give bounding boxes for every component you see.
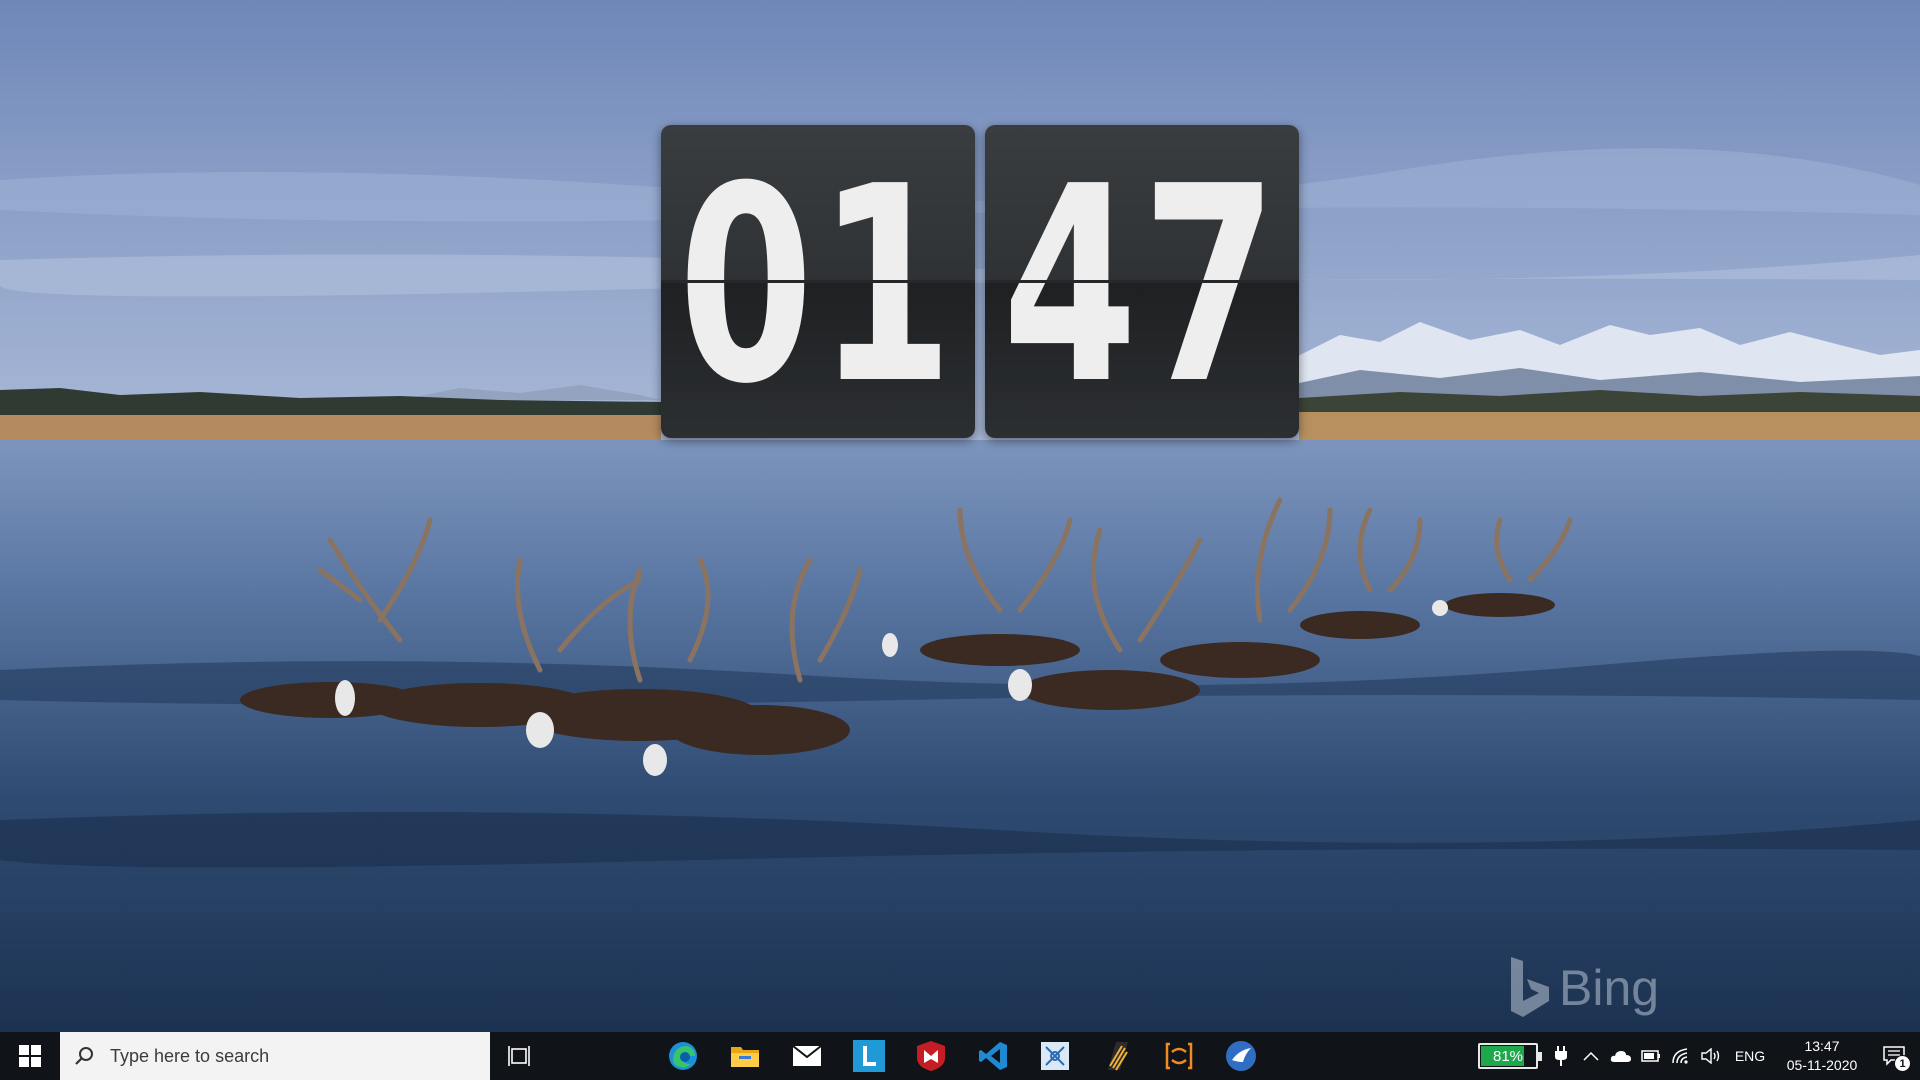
folder-icon[interactable] xyxy=(714,1032,776,1080)
bracket-app-icon[interactable] xyxy=(1148,1032,1210,1080)
windows-logo-icon xyxy=(19,1045,41,1067)
taskbar-clock[interactable]: 13:47 05-11-2020 xyxy=(1776,1037,1868,1075)
desktop[interactable]: 01 47 Bing xyxy=(0,0,1920,1032)
taskbar-date: 05-11-2020 xyxy=(1786,1057,1858,1073)
battery-indicator[interactable]: 81% xyxy=(1478,1043,1542,1069)
search-placeholder: Type here to search xyxy=(110,1045,270,1066)
flip-clock-minutes-value: 47 xyxy=(1002,127,1282,443)
mcafee-icon[interactable] xyxy=(900,1032,962,1080)
snip-logo xyxy=(1041,1042,1069,1070)
flip-clock-hours: 01 xyxy=(661,125,975,438)
taskbar: Type here to search 81% ENG 13:47 05-11-… xyxy=(0,1032,1920,1080)
plug-glyph xyxy=(1555,1046,1567,1066)
striped-app-logo xyxy=(1108,1042,1128,1071)
language-indicator[interactable]: ENG xyxy=(1730,1048,1770,1064)
bing-watermark: Bing xyxy=(1503,955,1659,1021)
l-app-logo xyxy=(853,1040,885,1072)
edge-icon[interactable] xyxy=(652,1032,714,1080)
battery-glyph xyxy=(1641,1050,1660,1062)
plug-icon[interactable] xyxy=(1546,1032,1576,1080)
battery-nub xyxy=(1538,1052,1542,1061)
volume-icon[interactable] xyxy=(1696,1032,1726,1080)
flip-card-split xyxy=(661,280,975,283)
notification-badge: 1 xyxy=(1894,1055,1911,1072)
battery-percent: 81% xyxy=(1492,1047,1524,1065)
bracket-app-logo xyxy=(1165,1042,1193,1070)
taskbar-time: 13:47 xyxy=(1804,1038,1840,1054)
speaker-glyph xyxy=(1701,1048,1720,1064)
vscode-icon[interactable] xyxy=(962,1032,1024,1080)
wifi-icon[interactable] xyxy=(1666,1032,1696,1080)
action-center-button[interactable]: 1 xyxy=(1868,1032,1920,1080)
system-tray: 81% ENG 13:47 05-11-2020 1 xyxy=(1478,1032,1920,1080)
search-box[interactable]: Type here to search xyxy=(60,1032,490,1080)
chevron-up-glyph xyxy=(1583,1051,1599,1061)
bing-logo-icon xyxy=(1511,957,1549,1017)
onedrive-icon[interactable] xyxy=(1606,1032,1636,1080)
task-view-button[interactable] xyxy=(490,1032,548,1080)
mcafee-logo xyxy=(917,1041,945,1071)
cloud-glyph xyxy=(1610,1051,1631,1062)
task-view-icon xyxy=(508,1046,530,1066)
snip-icon[interactable] xyxy=(1024,1032,1086,1080)
search-icon xyxy=(75,1047,93,1065)
vscode-logo xyxy=(979,1042,1007,1070)
l-app-icon[interactable] xyxy=(838,1032,900,1080)
bird-app-logo xyxy=(1226,1041,1256,1071)
chevron-up-icon[interactable] xyxy=(1576,1032,1606,1080)
bird-app-icon[interactable] xyxy=(1210,1032,1272,1080)
flip-card-split xyxy=(985,280,1299,283)
mail-icon[interactable] xyxy=(776,1032,838,1080)
file-explorer-logo xyxy=(731,1047,759,1067)
wifi-glyph xyxy=(1672,1048,1688,1064)
striped-app-icon[interactable] xyxy=(1086,1032,1148,1080)
flip-clock-minutes: 47 xyxy=(985,125,1299,438)
mail-logo xyxy=(792,1045,822,1066)
flip-clock-hours-value: 01 xyxy=(678,127,958,443)
start-button[interactable] xyxy=(0,1032,60,1080)
bing-watermark-text: Bing xyxy=(1559,960,1660,1016)
battery-saver-icon[interactable] xyxy=(1636,1032,1666,1080)
edge-logo xyxy=(669,1042,697,1070)
pinned-apps xyxy=(652,1032,1272,1080)
